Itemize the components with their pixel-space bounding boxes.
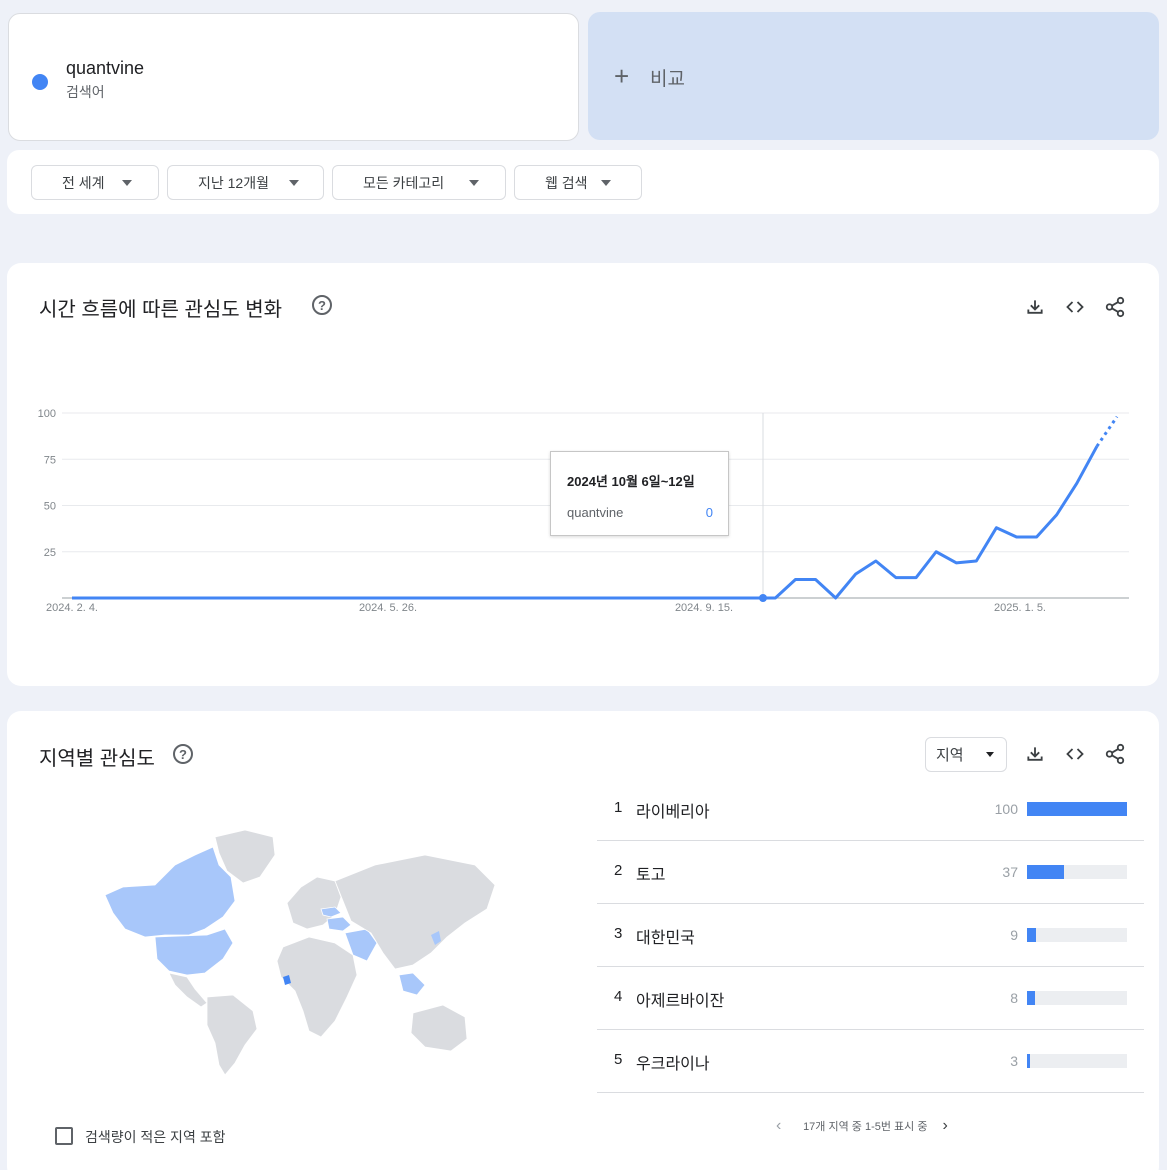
tooltip-date: 2024년 10월 6일~12일 xyxy=(567,474,695,489)
download-icon[interactable] xyxy=(1023,742,1047,766)
region-value: 37 xyxy=(1002,864,1018,880)
region-row[interactable]: 2 토고 37 xyxy=(597,841,1144,904)
region-name: 라이베리아 xyxy=(636,804,710,821)
share-icon[interactable] xyxy=(1103,742,1127,766)
y-tick-label: 25 xyxy=(44,547,56,559)
region-name: 토고 xyxy=(636,867,666,884)
region-bar xyxy=(1027,802,1127,816)
region-bar-track xyxy=(1027,928,1127,942)
region-rank: 3 xyxy=(614,925,623,942)
region-value: 3 xyxy=(1010,1053,1018,1069)
y-tick-label: 100 xyxy=(38,408,56,420)
chevron-right-icon[interactable]: › xyxy=(943,1117,967,1135)
y-tick-label: 50 xyxy=(44,501,56,513)
caret-down-icon xyxy=(986,752,994,757)
region-row[interactable]: 4 아제르바이잔 8 xyxy=(597,967,1144,1030)
region-rank: 5 xyxy=(614,1051,623,1068)
region-bar xyxy=(1027,991,1035,1005)
map-usa xyxy=(154,928,234,976)
trend-chart[interactable]: 100 75 50 25 2024. 2. 4. 2024. 5. 26. 2024. 9… xyxy=(0,0,1167,700)
region-rank: 1 xyxy=(614,799,623,816)
x-tick-label: 2024. 2. 4. xyxy=(46,602,98,614)
interest-by-region-title: 지역별 관심도 xyxy=(39,748,155,770)
region-bar-track xyxy=(1027,1054,1127,1068)
pager: ‹ 17개 지역 중 1-5번 표시 중 › xyxy=(776,1117,967,1135)
region-row[interactable]: 5 우크라이나 3 xyxy=(597,1030,1144,1093)
map-mexico xyxy=(168,972,208,1008)
world-map[interactable] xyxy=(95,825,500,1075)
region-bar xyxy=(1027,865,1064,879)
region-rank: 4 xyxy=(614,988,623,1005)
region-row[interactable]: 1 라이베리아 100 xyxy=(597,778,1144,841)
region-bar xyxy=(1027,928,1036,942)
map-canada xyxy=(104,846,236,938)
x-tick-label: 2024. 5. 26. xyxy=(359,602,417,614)
region-row[interactable]: 3 대한민국 9 xyxy=(597,904,1144,967)
region-name: 우크라이나 xyxy=(636,1056,710,1073)
region-level-label: 지역 xyxy=(936,747,964,764)
y-tick-label: 75 xyxy=(44,454,56,466)
series-line-partial xyxy=(1095,415,1119,448)
region-value: 100 xyxy=(994,801,1018,817)
region-level-select[interactable]: 지역 xyxy=(925,737,1007,772)
low-volume-checkbox[interactable] xyxy=(55,1127,73,1145)
region-value: 9 xyxy=(1010,927,1018,943)
map-ukraine xyxy=(320,906,342,918)
pager-text: 17개 지역 중 1-5번 표시 중 xyxy=(803,1121,928,1133)
embed-icon[interactable] xyxy=(1063,742,1087,766)
map-south-america xyxy=(206,994,258,1075)
region-bar xyxy=(1027,1054,1030,1068)
map-turkey xyxy=(326,916,352,932)
region-name: 아제르바이잔 xyxy=(636,993,725,1010)
low-volume-label: 검색량이 적은 지역 포함 xyxy=(85,1129,226,1145)
region-value: 8 xyxy=(1010,990,1018,1006)
region-bar-track xyxy=(1027,865,1127,879)
map-africa xyxy=(276,936,358,1038)
x-tick-label: 2024. 9. 15. xyxy=(675,602,733,614)
region-rank: 2 xyxy=(614,862,623,879)
region-name: 대한민국 xyxy=(636,930,695,947)
tooltip-value: 0 xyxy=(705,505,713,520)
map-australia xyxy=(410,1004,468,1052)
tooltip-term: quantvine xyxy=(567,505,624,520)
region-bar-track xyxy=(1027,802,1127,816)
chevron-left-icon[interactable]: ‹ xyxy=(776,1117,800,1135)
x-tick-label: 2025. 1. 5. xyxy=(994,602,1046,614)
help-icon[interactable]: ? xyxy=(173,744,193,764)
chart-tooltip: 2024년 10월 6일~12일 quantvine 0 xyxy=(550,451,729,536)
map-se-asia xyxy=(398,972,426,996)
region-bar-track xyxy=(1027,991,1127,1005)
hover-point xyxy=(759,594,767,602)
